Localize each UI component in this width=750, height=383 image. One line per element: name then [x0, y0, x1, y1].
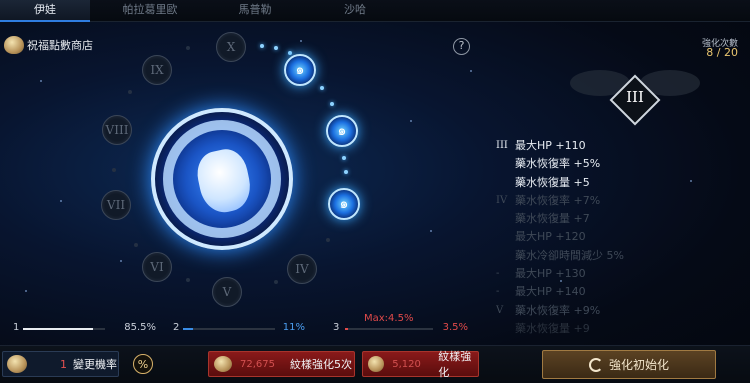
stat-row: 藥水恢復率 +5% — [496, 155, 746, 173]
blessing-bag-icon — [7, 355, 27, 373]
tab-bar: 伊娃 帕拉葛里歐 馬普勒 沙哈 — [0, 0, 750, 22]
stat-tier: III — [496, 140, 508, 151]
zodiac-node-7[interactable]: VII — [101, 190, 131, 220]
stat-text: 最大HP +140 — [515, 285, 586, 299]
zodiac-node-9[interactable]: IX — [142, 55, 172, 85]
stat-row: - 最大HP +140 — [496, 283, 746, 301]
stat-text: 最大HP +120 — [515, 230, 586, 244]
swirl-icon[interactable]: ๑ — [284, 54, 316, 86]
reset-icon — [588, 357, 603, 372]
reset-enhance-label: 強化初始化 — [608, 358, 669, 372]
tab-sahar[interactable]: 沙哈 — [310, 0, 400, 22]
stat-row: 藥水恢復量 +5 — [496, 174, 746, 192]
zodiac-node-8[interactable]: VIII — [102, 115, 132, 145]
change-rate-count: 1 — [60, 357, 67, 371]
tab-mapler[interactable]: 馬普勒 — [210, 0, 300, 22]
stat-tier: - — [496, 286, 500, 298]
help-icon[interactable]: ? — [453, 38, 470, 55]
stat-tier: IV — [496, 194, 508, 206]
stat-text: 藥水恢復量 +5 — [515, 175, 590, 189]
stat-tier: - — [496, 268, 500, 280]
stat-row: 最大HP +120 — [496, 228, 746, 246]
stat-text: 藥水恢復量 +7 — [515, 212, 590, 226]
stat-row: IV 藥水恢復率 +7% — [496, 192, 746, 210]
stat-text: 藥水恢復率 +5% — [515, 157, 601, 171]
stat-text: 藥水冷卻時間減少 5% — [515, 248, 624, 262]
enhance-five-cost: 72,675 — [240, 358, 275, 370]
stat-row: 藥水恢復量 +7 — [496, 210, 746, 228]
probability-bar-1: 1 85.5% — [13, 322, 156, 333]
enhance-button[interactable]: 5,120 紋樣強化 — [362, 350, 479, 379]
enhance-label: 紋樣強化 — [438, 350, 472, 379]
blessing-bag-icon — [4, 36, 24, 54]
stat-row: - 最大HP +130 — [496, 265, 746, 283]
zodiac-node-6[interactable]: VI — [142, 252, 172, 282]
blessing-bag-icon — [214, 356, 232, 372]
probability-value-2: 11% — [282, 322, 305, 333]
swirl-icon[interactable]: ๑ — [326, 115, 358, 147]
crest-icon: III — [570, 40, 700, 140]
tab-palagrio[interactable]: 帕拉葛里歐 — [100, 0, 200, 22]
max-probability-label: Max:4.5% — [364, 313, 414, 324]
stat-text: 藥水恢復量 +9 — [515, 321, 590, 335]
probability-bar-2: 2 11% — [173, 322, 305, 333]
change-rate-label: 變更機率 — [73, 358, 117, 371]
stat-text: 最大HP +110 — [515, 139, 586, 152]
enhance-five-button[interactable]: 72,675 紋樣強化5次 — [208, 351, 355, 377]
swirl-icon[interactable]: ๑ — [328, 188, 360, 220]
enhance-five-label: 紋樣強化5次 — [290, 358, 352, 371]
stat-tier: V — [496, 304, 504, 316]
zodiac-node-5[interactable]: V — [212, 277, 242, 307]
zodiac-node-10[interactable]: X — [216, 32, 246, 62]
stat-row: III 最大HP +110 — [496, 137, 746, 155]
game-screen: 伊娃 帕拉葛里歐 馬普勒 沙哈 祝福點數商店 ? X IX VIII VII V… — [0, 0, 750, 383]
stat-text: 藥水恢復率 +9% — [515, 303, 601, 317]
crest-numeral: III — [626, 88, 644, 106]
tab-eva[interactable]: 伊娃 — [0, 0, 90, 22]
change-rate-button[interactable]: 1 變更機率 — [2, 351, 119, 377]
stat-text: 藥水恢復率 +7% — [515, 193, 601, 207]
enhance-cost: 5,120 — [392, 358, 421, 370]
reset-enhance-button[interactable]: 強化初始化 — [542, 350, 716, 379]
stat-list: III 最大HP +110 藥水恢復率 +5% 藥水恢復量 +5 IV 藥水恢復率 +7%… — [496, 137, 746, 342]
enhance-count-value: 8 / 20 — [706, 46, 738, 59]
stat-text: 最大HP +130 — [515, 267, 586, 281]
blessing-bag-icon — [368, 356, 385, 372]
probability-value-3: 3.5% — [442, 322, 468, 333]
stat-row: 藥水恢復量 +9 — [496, 320, 746, 338]
percent-button[interactable]: % — [133, 354, 153, 374]
zodiac-node-4[interactable]: IV — [287, 254, 317, 284]
aquarius-emblem-icon — [151, 108, 293, 250]
probability-value-1: 85.5% — [124, 322, 156, 333]
stat-row: 藥水冷卻時間減少 5% — [496, 247, 746, 265]
stat-row: V 藥水恢復率 +9% — [496, 302, 746, 320]
probability-bar-3: 3 3.5% — [333, 322, 468, 333]
